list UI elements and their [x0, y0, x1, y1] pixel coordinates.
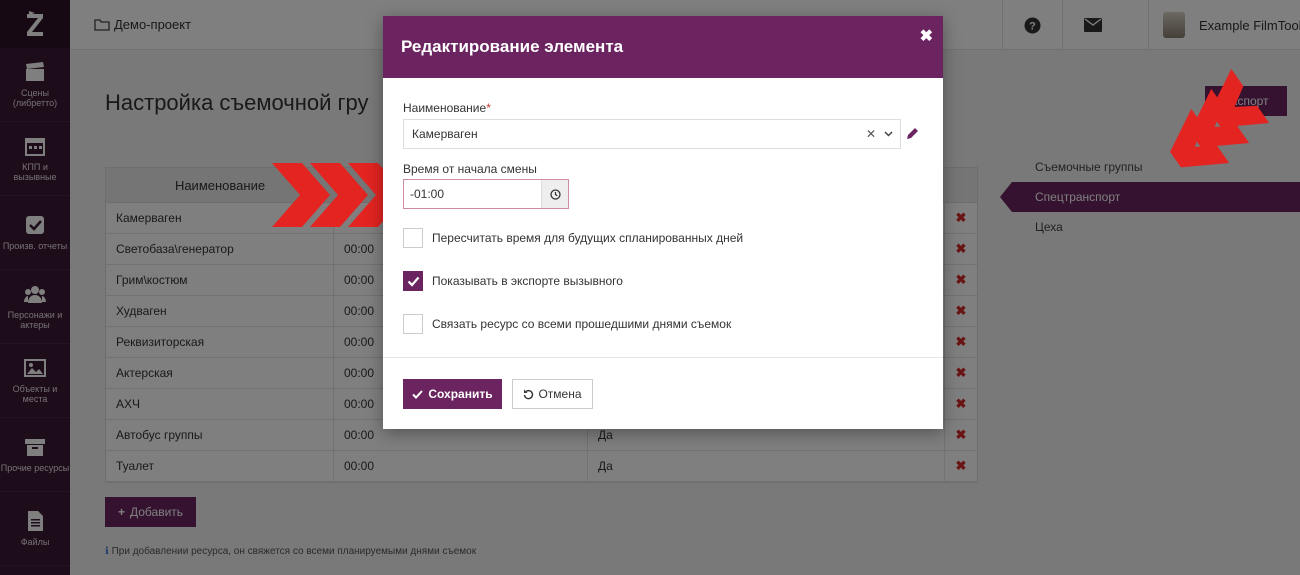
- close-icon[interactable]: ✖: [920, 26, 933, 46]
- dialog-title: Редактирование элемента: [401, 37, 624, 56]
- pencil-icon[interactable]: [906, 127, 919, 140]
- show-in-export-checkbox[interactable]: [403, 271, 423, 291]
- undo-icon: [524, 389, 534, 399]
- check-icon: [407, 276, 419, 287]
- time-field-label: Время от начала смены: [403, 162, 537, 176]
- link-past-days-checkbox[interactable]: [403, 314, 423, 334]
- required-mark: *: [486, 101, 491, 115]
- save-button[interactable]: Сохранить: [403, 379, 502, 409]
- chevron-down-icon[interactable]: [884, 129, 893, 138]
- check-icon: [412, 389, 424, 399]
- name-field-label: Наименование*: [403, 101, 491, 115]
- clock-icon[interactable]: [541, 180, 568, 208]
- name-select[interactable]: Камерваген ✕: [403, 119, 901, 149]
- clear-icon[interactable]: ✕: [866, 127, 876, 141]
- name-select-value: Камерваген: [412, 127, 478, 141]
- shift-time-value: -01:00: [410, 187, 445, 201]
- recalculate-label: Пересчитать время для будущих спланирова…: [432, 231, 744, 245]
- cancel-button[interactable]: Отмена: [512, 379, 593, 409]
- edit-element-dialog: Редактирование элемента ✖ Наименование* …: [383, 16, 943, 429]
- show-in-export-label: Показывать в экспорте вызывного: [432, 274, 623, 288]
- link-past-days-label: Связать ресурс со всеми прошедшими днями…: [432, 317, 732, 331]
- recalculate-checkbox-row[interactable]: Пересчитать время для будущих спланирова…: [403, 228, 743, 248]
- link-past-days-checkbox-row[interactable]: Связать ресурс со всеми прошедшими днями…: [403, 314, 731, 334]
- cancel-label: Отмена: [538, 387, 582, 401]
- save-label: Сохранить: [428, 387, 493, 401]
- dialog-divider: [383, 357, 943, 358]
- recalculate-checkbox[interactable]: [403, 228, 423, 248]
- name-label-text: Наименование: [403, 101, 487, 115]
- show-in-export-checkbox-row[interactable]: Показывать в экспорте вызывного: [403, 271, 623, 291]
- shift-time-input[interactable]: -01:00: [403, 179, 569, 209]
- dialog-header: Редактирование элемента ✖: [383, 16, 943, 78]
